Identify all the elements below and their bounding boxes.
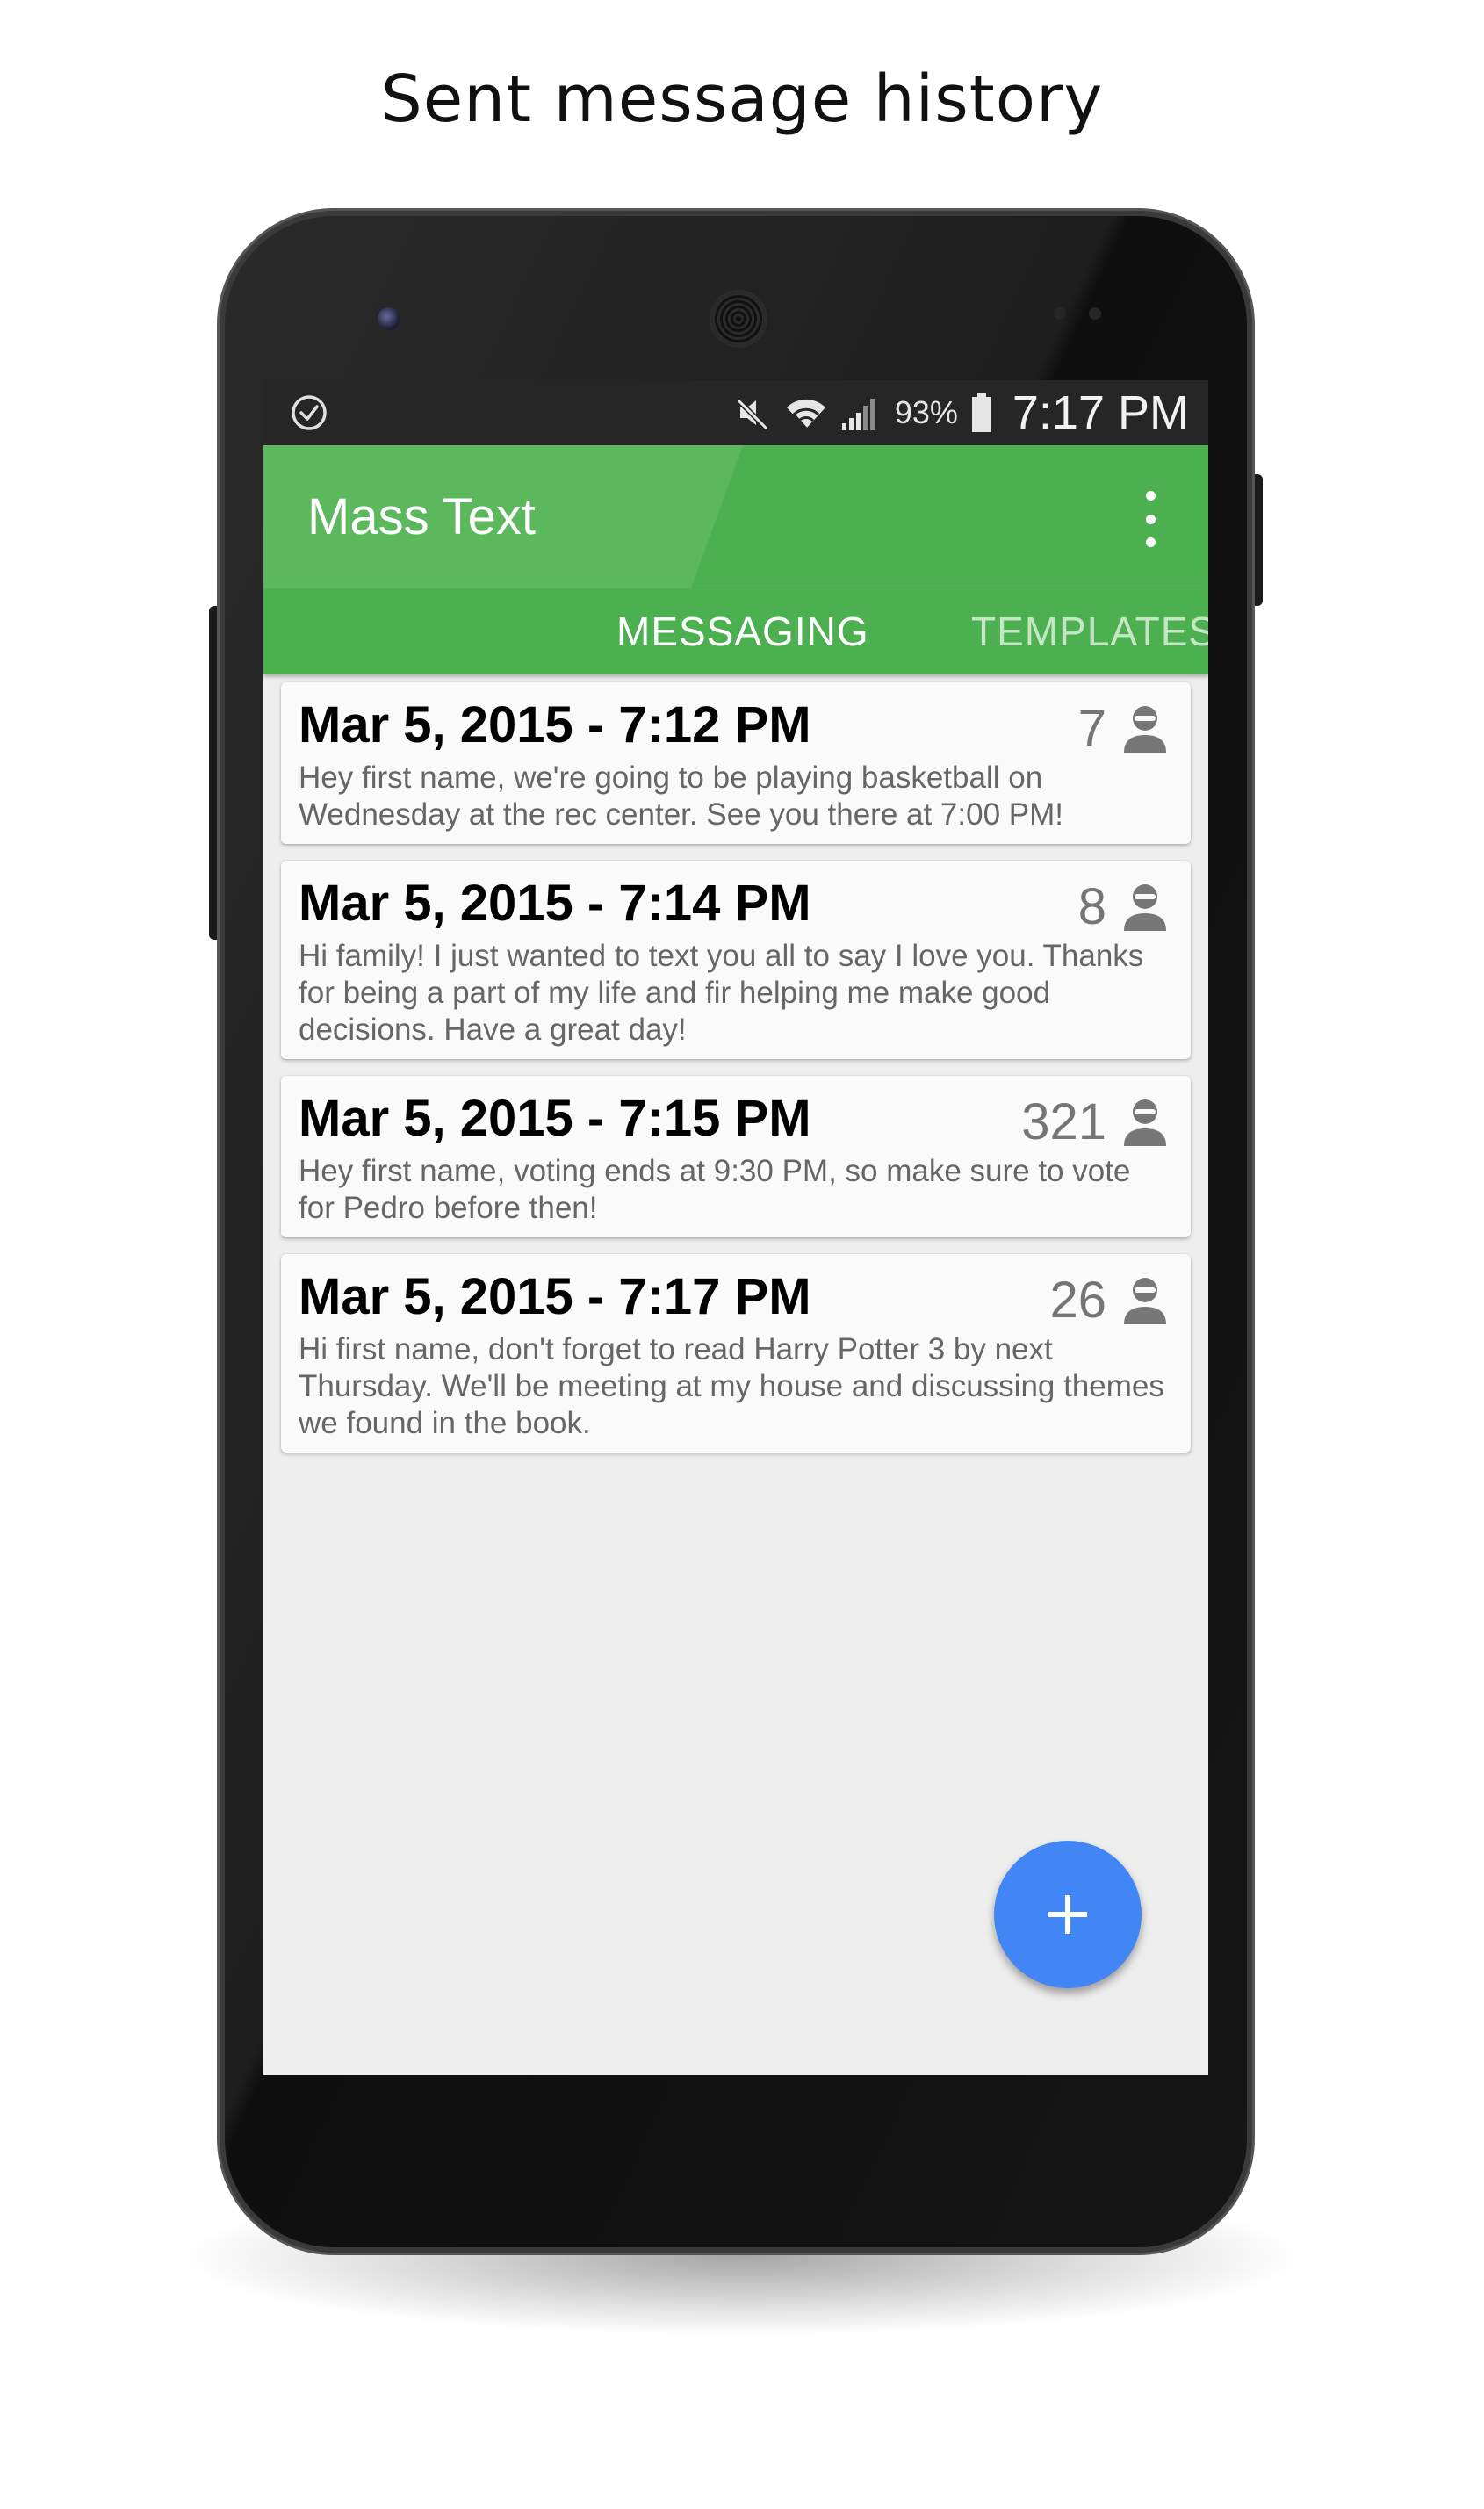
page-headline: Sent message history xyxy=(380,61,1104,137)
message-date: Mar 5, 2015 - 7:17 PM xyxy=(299,1268,811,1325)
message-card[interactable]: Mar 5, 2015 - 7:12 PM 7 Hey first name, … xyxy=(281,682,1191,844)
message-list: Mar 5, 2015 - 7:12 PM 7 Hey first name, … xyxy=(281,682,1191,1469)
check-circle-icon xyxy=(292,395,327,430)
person-icon xyxy=(1124,706,1166,753)
phone-screen: 93% 7:17 PM Mass Text MESSAGING TEMPLATE… xyxy=(263,380,1208,2075)
status-clock: 7:17 PM xyxy=(1012,386,1189,439)
message-card[interactable]: Mar 5, 2015 - 7:14 PM 8 Hi family! I jus… xyxy=(281,861,1191,1059)
message-date: Mar 5, 2015 - 7:14 PM xyxy=(299,875,811,932)
battery-percent: 93% xyxy=(894,394,958,430)
battery-icon xyxy=(971,393,991,432)
message-card[interactable]: Mar 5, 2015 - 7:17 PM 26 Hi first name, … xyxy=(281,1254,1191,1453)
message-body: Hey first name, we're going to be playin… xyxy=(299,761,1063,832)
recipient-count: 321 xyxy=(1021,1093,1106,1150)
power-button xyxy=(1250,474,1263,606)
person-icon xyxy=(1124,884,1166,931)
wifi-icon xyxy=(786,399,825,429)
app-title: Mass Text xyxy=(307,488,537,545)
new-message-button[interactable] xyxy=(994,1841,1142,1988)
plus-icon xyxy=(1048,1895,1087,1934)
status-bar: 93% 7:17 PM xyxy=(263,380,1208,445)
recipient-count: 8 xyxy=(1077,878,1106,935)
status-icons: 93% 7:17 PM xyxy=(733,380,1189,445)
proximity-sensor xyxy=(1054,307,1066,320)
message-body: Hey first name, voting ends at 9:30 PM, … xyxy=(299,1154,1131,1225)
person-icon xyxy=(1124,1099,1166,1146)
recipient-count: 26 xyxy=(1049,1272,1106,1329)
recipient-count: 7 xyxy=(1077,700,1106,757)
app-bar: Mass Text xyxy=(263,445,1208,588)
signal-icon xyxy=(841,399,875,430)
tab-bar: MESSAGING TEMPLATES xyxy=(263,588,1208,674)
message-body: Hi first name, don't forget to read Harr… xyxy=(299,1332,1164,1440)
tab-templates[interactable]: TEMPLATES xyxy=(971,608,1208,655)
light-sensor xyxy=(1089,307,1101,320)
mute-icon xyxy=(734,396,768,431)
front-camera xyxy=(378,307,400,330)
message-card[interactable]: Mar 5, 2015 - 7:15 PM 321 Hey first name… xyxy=(281,1076,1191,1237)
more-vert-icon[interactable] xyxy=(1142,491,1159,547)
person-icon xyxy=(1124,1278,1166,1324)
earpiece-speaker xyxy=(710,290,767,348)
message-date: Mar 5, 2015 - 7:12 PM xyxy=(299,696,811,753)
message-body: Hi family! I just wanted to text you all… xyxy=(299,939,1144,1047)
tab-messaging[interactable]: MESSAGING xyxy=(616,608,869,655)
